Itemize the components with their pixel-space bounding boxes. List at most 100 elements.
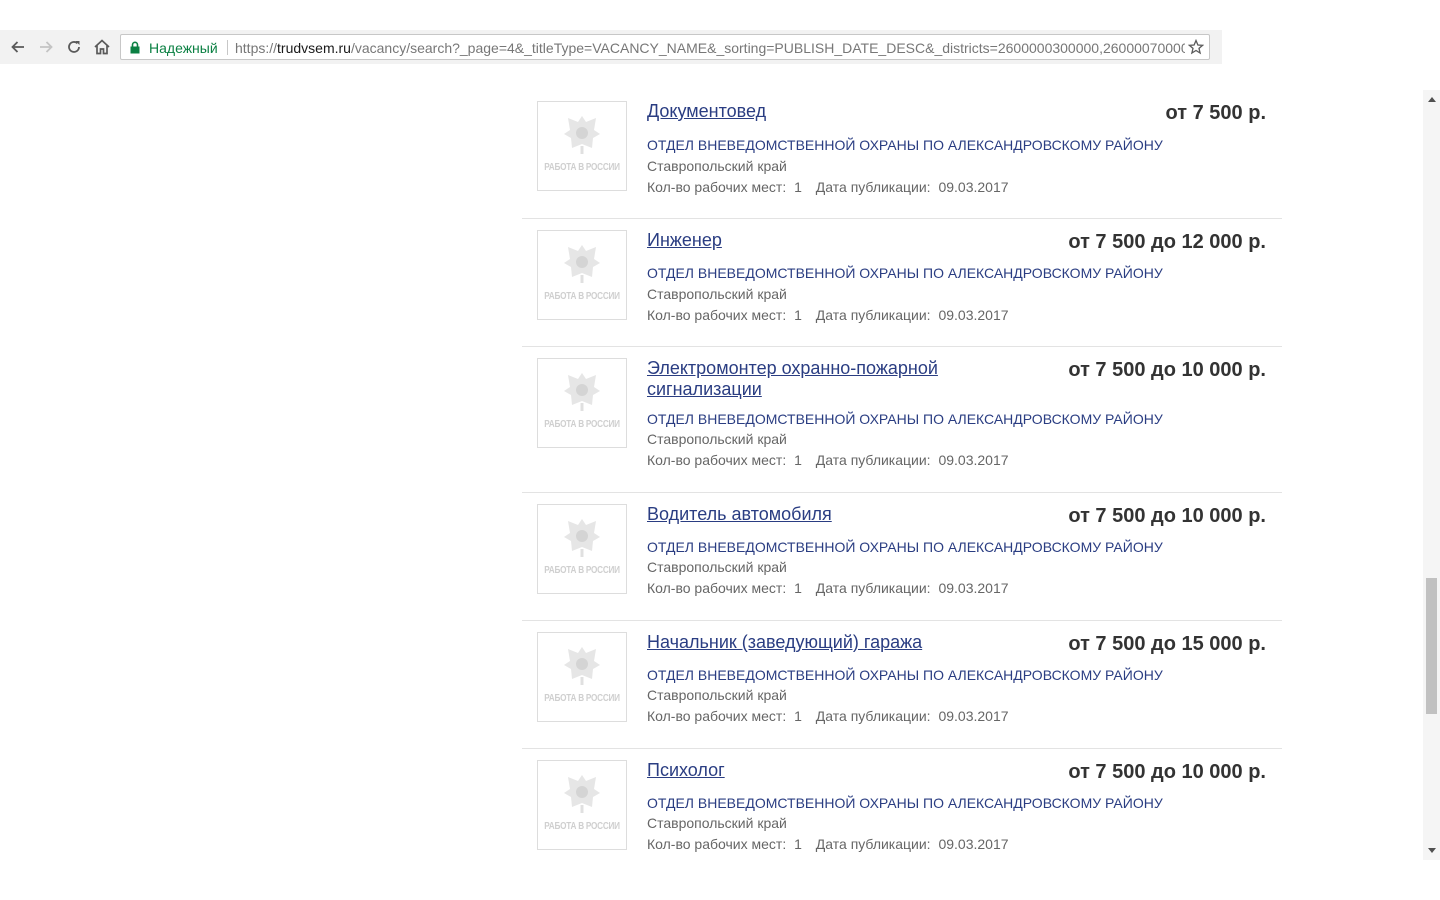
vacancy-item: РАБОТА В РОССИИ Электромонтер охранно-по… [522, 347, 1282, 493]
forward-button[interactable] [36, 37, 56, 57]
back-button[interactable] [8, 37, 28, 57]
workplaces-value: 1 [794, 708, 802, 724]
vacancy-region: Ставропольский край [647, 431, 787, 447]
workplaces-label: Кол-во рабочих мест: [647, 179, 787, 195]
browser-chrome: Надежный https://trudvsem.ru/vacancy/sea… [0, 0, 1222, 92]
published-date: 09.03.2017 [938, 452, 1009, 468]
published-label: Дата публикации: [815, 452, 931, 468]
coat-of-arms-icon [564, 775, 600, 813]
lock-icon [130, 41, 140, 54]
vacancy-region: Ставропольский край [647, 815, 787, 831]
vacancy-employer[interactable]: ОТДЕЛ ВНЕВЕДОМСТВЕННОЙ ОХРАНЫ ПО АЛЕКСАН… [647, 795, 1163, 811]
published-date: 09.03.2017 [938, 580, 1009, 596]
published-date: 09.03.2017 [938, 708, 1009, 724]
published-label: Дата публикации: [815, 836, 931, 852]
logo-caption: РАБОТА В РОССИИ [544, 291, 620, 302]
reload-icon [68, 41, 80, 53]
workplaces-value: 1 [794, 836, 802, 852]
vacancy-region: Ставропольский край [647, 158, 787, 174]
scroll-up-button[interactable] [1423, 92, 1440, 106]
logo-caption: РАБОТА В РОССИИ [544, 419, 620, 430]
scroll-thumb[interactable] [1426, 578, 1437, 714]
vacancy-meta: Кол-во рабочих мест: 1 Дата публикации: … [647, 580, 1009, 596]
vacancy-employer[interactable]: ОТДЕЛ ВНЕВЕДОМСТВЕННОЙ ОХРАНЫ ПО АЛЕКСАН… [647, 667, 1163, 683]
vacancy-logo[interactable]: РАБОТА В РОССИИ [537, 632, 627, 722]
vacancy-item: РАБОТА В РОССИИ Водитель автомобиля от 7… [522, 493, 1282, 621]
logo-caption: РАБОТА В РОССИИ [544, 693, 620, 704]
coat-of-arms-icon [564, 116, 600, 154]
caret-down-icon [1427, 848, 1436, 853]
published-label: Дата публикации: [815, 580, 931, 596]
coat-of-arms-icon [564, 647, 600, 685]
reload-button[interactable] [64, 37, 84, 57]
vacancy-region: Ставропольский край [647, 286, 787, 302]
vacancy-salary: от 7 500 до 10 000 р. [1068, 505, 1266, 527]
vacancy-item: РАБОТА В РОССИИ Инженер от 7 500 до 12 0… [522, 219, 1282, 347]
workplaces-label: Кол-во рабочих мест: [647, 307, 787, 323]
home-button[interactable] [92, 37, 112, 57]
scrollbar[interactable] [1423, 90, 1440, 860]
published-date: 09.03.2017 [938, 179, 1009, 195]
vacancy-salary: от 7 500 до 15 000 р. [1068, 633, 1266, 655]
coat-of-arms-icon [564, 519, 600, 557]
vacancy-logo[interactable]: РАБОТА В РОССИИ [537, 504, 627, 594]
vacancy-meta: Кол-во рабочих мест: 1 Дата публикации: … [647, 708, 1009, 724]
vacancy-salary: от 7 500 до 12 000 р. [1068, 231, 1266, 253]
vacancy-salary: от 7 500 до 10 000 р. [1068, 359, 1266, 381]
vacancy-item: РАБОТА В РОССИИ Начальник (заведующий) г… [522, 621, 1282, 749]
published-label: Дата публикации: [815, 307, 931, 323]
logo-caption: РАБОТА В РОССИИ [544, 565, 620, 576]
vacancy-title-link[interactable]: Водитель автомобиля [647, 504, 977, 525]
coat-of-arms-icon [564, 245, 600, 283]
vacancy-logo[interactable]: РАБОТА В РОССИИ [537, 358, 627, 448]
vacancy-title-link[interactable]: Инженер [647, 230, 977, 251]
workplaces-label: Кол-во рабочих мест: [647, 452, 787, 468]
vacancy-meta: Кол-во рабочих мест: 1 Дата публикации: … [647, 836, 1009, 852]
vacancy-salary: от 7 500 р. [1165, 102, 1266, 124]
caret-up-icon [1427, 97, 1436, 102]
address-separator [227, 40, 228, 55]
vacancy-title-link[interactable]: Электромонтер охранно-пожарной сигнализа… [647, 358, 977, 400]
vacancy-meta: Кол-во рабочих мест: 1 Дата публикации: … [647, 307, 1009, 323]
workplaces-label: Кол-во рабочих мест: [647, 580, 787, 596]
published-label: Дата публикации: [815, 179, 931, 195]
secure-label: Надежный [149, 40, 218, 56]
vacancy-employer[interactable]: ОТДЕЛ ВНЕВЕДОМСТВЕННОЙ ОХРАНЫ ПО АЛЕКСАН… [647, 411, 1163, 427]
vacancy-logo[interactable]: РАБОТА В РОССИИ [537, 760, 627, 850]
vacancy-region: Ставропольский край [647, 687, 787, 703]
arrow-left-icon [11, 41, 24, 53]
workplaces-value: 1 [794, 179, 802, 195]
vacancy-employer[interactable]: ОТДЕЛ ВНЕВЕДОМСТВЕННОЙ ОХРАНЫ ПО АЛЕКСАН… [647, 265, 1163, 281]
url-text[interactable]: https://trudvsem.ru/vacancy/search?_page… [235, 40, 1185, 56]
vacancy-employer[interactable]: ОТДЕЛ ВНЕВЕДОМСТВЕННОЙ ОХРАНЫ ПО АЛЕКСАН… [647, 539, 1163, 555]
vacancy-region: Ставропольский край [647, 559, 787, 575]
vacancy-logo[interactable]: РАБОТА В РОССИИ [537, 101, 627, 191]
url-host: trudvsem.ru [277, 40, 351, 56]
workplaces-label: Кол-во рабочих мест: [647, 836, 787, 852]
scroll-down-button[interactable] [1423, 844, 1440, 858]
address-bar[interactable]: Надежный https://trudvsem.ru/vacancy/sea… [120, 34, 1210, 60]
arrow-right-icon [40, 41, 53, 53]
vacancy-title-link[interactable]: Начальник (заведующий) гаража [647, 632, 977, 653]
url-scheme: https:// [235, 40, 278, 56]
star-icon[interactable] [1188, 39, 1204, 55]
vacancy-logo[interactable]: РАБОТА В РОССИИ [537, 230, 627, 320]
vacancy-item: РАБОТА В РОССИИ Документовед от 7 500 р.… [522, 90, 1282, 219]
workplaces-label: Кол-во рабочих мест: [647, 708, 787, 724]
home-icon [94, 39, 110, 55]
vacancy-title-link[interactable]: Психолог [647, 760, 977, 781]
vacancy-title-link[interactable]: Документовед [647, 101, 977, 122]
workplaces-value: 1 [794, 580, 802, 596]
coat-of-arms-icon [564, 373, 600, 411]
vacancy-list: РАБОТА В РОССИИ Документовед от 7 500 р.… [522, 90, 1282, 900]
vacancy-meta: Кол-во рабочих мест: 1 Дата публикации: … [647, 452, 1009, 468]
logo-caption: РАБОТА В РОССИИ [544, 821, 620, 832]
published-label: Дата публикации: [815, 708, 931, 724]
vacancy-meta: Кол-во рабочих мест: 1 Дата публикации: … [647, 179, 1009, 195]
url-path: /vacancy/search?_page=4&_titleType=VACAN… [350, 40, 1185, 56]
vacancy-employer[interactable]: ОТДЕЛ ВНЕВЕДОМСТВЕННОЙ ОХРАНЫ ПО АЛЕКСАН… [647, 137, 1163, 153]
workplaces-value: 1 [794, 307, 802, 323]
published-date: 09.03.2017 [938, 307, 1009, 323]
vacancy-item: РАБОТА В РОССИИ Психолог от 7 500 до 10 … [522, 749, 1282, 877]
published-date: 09.03.2017 [938, 836, 1009, 852]
